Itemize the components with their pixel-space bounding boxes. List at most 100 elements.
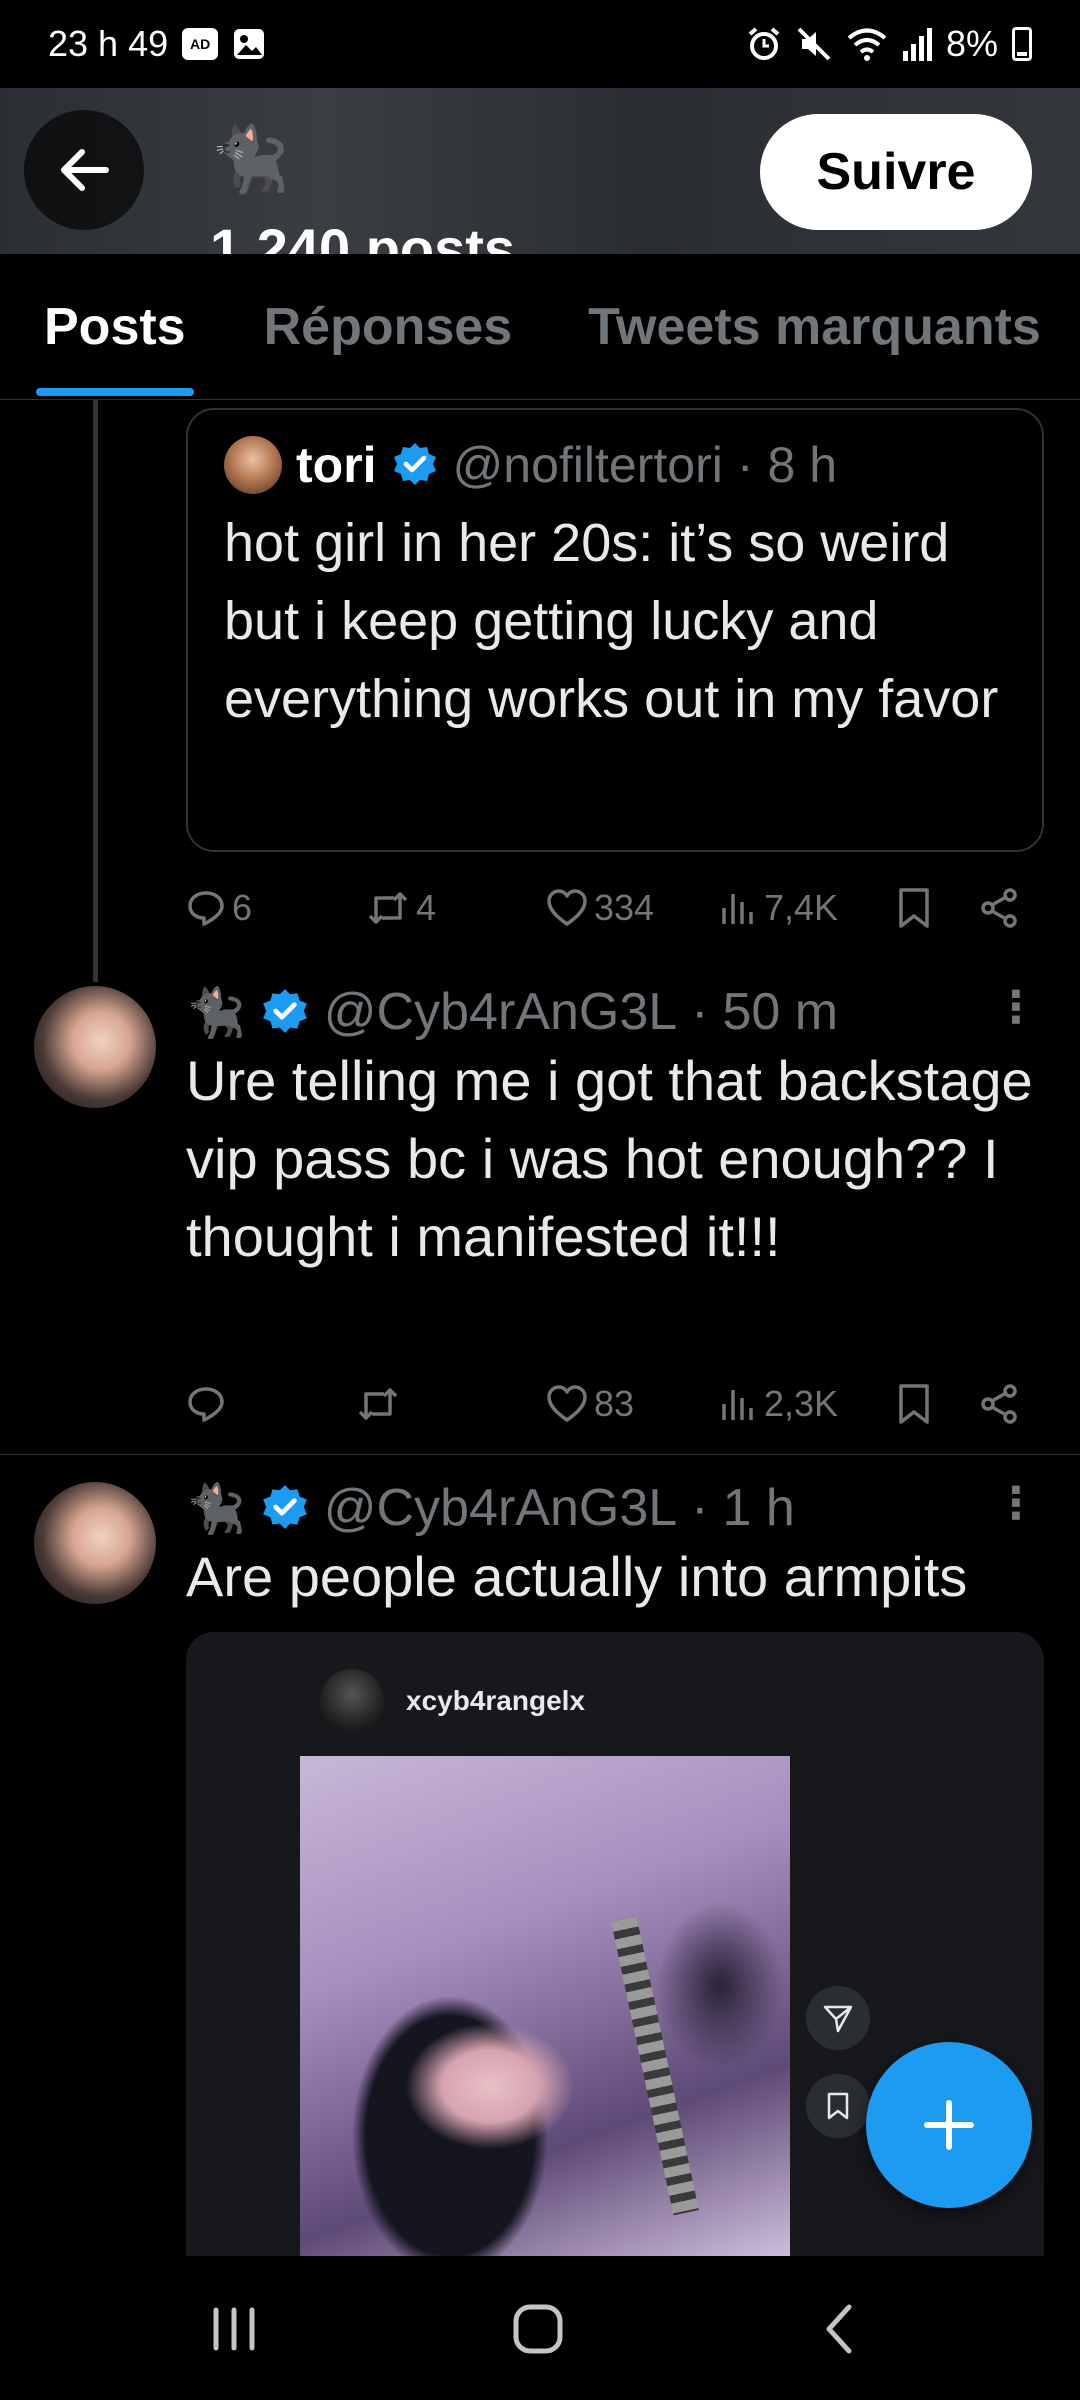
retweet-button[interactable] xyxy=(356,1374,406,1434)
separator-dot: · xyxy=(691,983,709,1041)
arrow-left-icon xyxy=(61,149,109,191)
post-text: Ure telling me i got that backstage vip … xyxy=(186,1049,1033,1268)
chevron-left-icon xyxy=(826,2304,852,2354)
tab-replies[interactable]: Réponses xyxy=(263,254,513,399)
like-count: 334 xyxy=(594,887,655,928)
post-time: 50 m xyxy=(722,983,839,1041)
author-name-emoji: 🐈‍⬛ xyxy=(186,986,246,1040)
post-text: hot girl in her 20s: it’s so weird but i… xyxy=(224,513,999,729)
post-time: 8 h xyxy=(767,437,838,493)
send-button[interactable] xyxy=(806,1986,870,2050)
send-icon xyxy=(823,2005,853,2033)
back-nav-button[interactable] xyxy=(800,2294,880,2364)
embedded-instagram-card: xcyb4rangelx xyxy=(300,1646,790,2272)
more-options-icon[interactable]: ⋮ xyxy=(994,982,1038,1033)
post-actions: 6 4 334 7,4K xyxy=(186,878,1024,938)
verified-badge-icon xyxy=(260,987,310,1037)
compose-button[interactable] xyxy=(866,2042,1032,2208)
follow-button[interactable]: Suivre xyxy=(760,114,1032,230)
image-icon xyxy=(232,27,266,61)
reply-count: 6 xyxy=(232,887,253,928)
author-name-emoji: 🐈‍⬛ xyxy=(186,1482,246,1536)
author-handle: @Cyb4rAnG3L xyxy=(323,1479,678,1537)
retweet-icon xyxy=(368,892,408,924)
back-button[interactable] xyxy=(24,110,144,230)
like-count: 83 xyxy=(594,1383,635,1424)
tab-label: Posts xyxy=(44,298,186,356)
reply-button[interactable]: 6 xyxy=(186,878,252,938)
screen: 23 h 49 AD 8% 🐈‍⬛ xyxy=(0,0,1080,2400)
retweet-button[interactable]: 4 xyxy=(366,878,436,938)
avatar xyxy=(320,1669,384,1733)
tab-posts[interactable]: Posts xyxy=(36,254,194,399)
views-button[interactable]: 7,4K xyxy=(718,878,838,938)
heart-icon xyxy=(547,889,587,926)
avatar[interactable] xyxy=(34,1482,156,1604)
view-count: 7,4K xyxy=(764,887,839,928)
share-icon xyxy=(981,888,1017,928)
ad-blocker-icon: AD xyxy=(182,28,219,60)
reply-icon xyxy=(188,1387,224,1422)
recent-apps-icon xyxy=(213,2307,255,2351)
separator-dot: · xyxy=(736,437,754,493)
post-actions: 83 2,3K xyxy=(186,1374,1024,1434)
more-options-icon[interactable]: ⋮ xyxy=(994,1478,1038,1529)
recent-apps-button[interactable] xyxy=(194,2294,274,2364)
thread-connector xyxy=(93,400,98,982)
heart-icon xyxy=(547,1385,587,1422)
author-handle: @Cyb4rAnG3L xyxy=(323,983,678,1041)
author-handle: @nofiltertori xyxy=(452,437,723,493)
plus-icon xyxy=(924,2100,974,2150)
quoted-post[interactable]: tori @nofiltertori · 8 h hot girl in her… xyxy=(186,408,1044,852)
reply-button[interactable] xyxy=(186,1374,232,1434)
tab-label: Réponses xyxy=(263,298,513,356)
author-name: tori xyxy=(296,437,377,493)
views-chart-icon xyxy=(722,894,753,924)
retweet-icon xyxy=(358,1388,398,1420)
post-text: Are people actually into armpits xyxy=(186,1545,968,1608)
like-button[interactable]: 334 xyxy=(546,878,654,938)
bookmark-button[interactable] xyxy=(896,878,932,938)
save-button[interactable] xyxy=(806,2074,870,2138)
wifi-icon xyxy=(846,26,888,62)
status-bar: 23 h 49 AD 8% xyxy=(0,0,1080,88)
profile-header: 🐈‍⬛ 1 240 posts Suivre xyxy=(0,88,1080,254)
system-nav-bar xyxy=(0,2256,1080,2400)
like-button[interactable]: 83 xyxy=(546,1374,634,1434)
post-divider xyxy=(0,1454,1080,1455)
post-time: 1 h xyxy=(722,1479,795,1537)
home-button[interactable] xyxy=(498,2294,578,2364)
alarm-icon xyxy=(746,26,782,62)
active-tab-indicator xyxy=(36,388,194,396)
battery-percent: 8% xyxy=(945,23,998,64)
status-time: 23 h 49 xyxy=(48,23,169,64)
view-count: 2,3K xyxy=(764,1383,839,1424)
signal-icon xyxy=(902,27,932,61)
media-username: xcyb4rangelx xyxy=(406,1685,585,1716)
bookmark-icon xyxy=(827,2092,849,2120)
views-button[interactable]: 2,3K xyxy=(718,1374,838,1434)
views-chart-icon xyxy=(722,1390,753,1420)
share-button[interactable] xyxy=(978,1374,1020,1434)
reply-icon xyxy=(188,891,224,926)
battery-charging-icon xyxy=(1012,27,1032,61)
retweet-count: 4 xyxy=(416,887,437,928)
separator-dot: · xyxy=(691,1479,709,1537)
profile-tabs: Posts Réponses Tweets marquants xyxy=(0,254,1080,400)
verified-badge-icon xyxy=(391,441,439,489)
share-icon xyxy=(981,1384,1017,1424)
media-photo xyxy=(300,1756,790,2272)
share-button[interactable] xyxy=(978,878,1020,938)
bookmark-button[interactable] xyxy=(896,1374,932,1434)
verified-badge-icon xyxy=(260,1483,310,1533)
mute-icon xyxy=(796,26,832,62)
home-icon xyxy=(513,2304,563,2354)
photo-detail xyxy=(611,1916,699,2216)
tab-label: Tweets marquants xyxy=(588,298,1041,356)
profile-name-emoji: 🐈‍⬛ xyxy=(210,123,290,195)
avatar[interactable] xyxy=(34,986,156,1108)
bookmark-icon xyxy=(899,888,929,928)
tab-highlights[interactable]: Tweets marquants xyxy=(588,254,1041,399)
avatar[interactable] xyxy=(224,436,282,494)
posts-count: 1 240 posts xyxy=(210,217,516,254)
